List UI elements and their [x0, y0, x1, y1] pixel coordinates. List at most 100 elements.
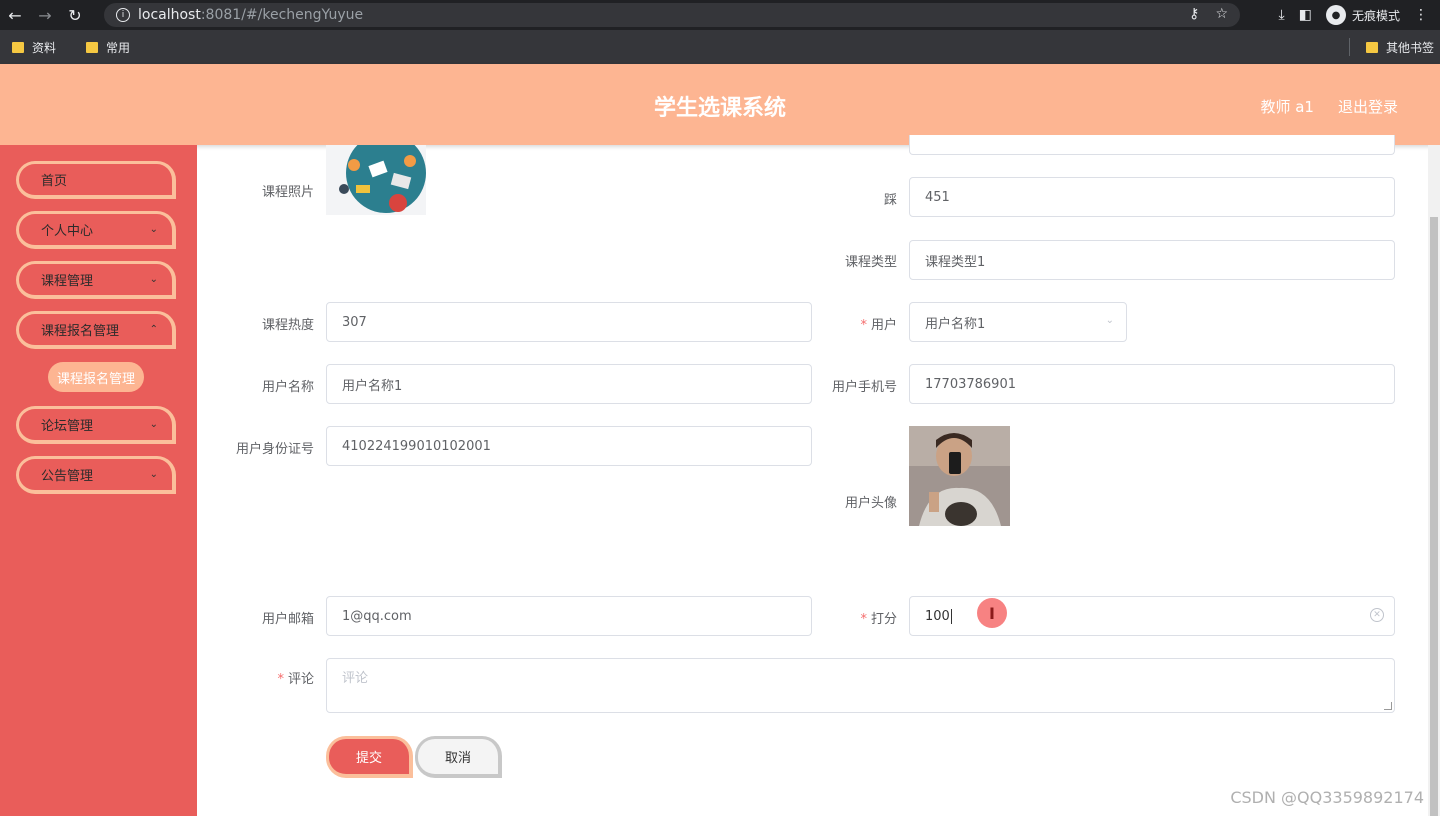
score-label: * 打分	[820, 608, 897, 627]
incognito-label: 无痕模式	[1351, 8, 1400, 23]
app-title: 学生选课系统	[653, 96, 786, 121]
sidebar-item-forum[interactable]: 论坛管理 ⌄	[16, 406, 176, 444]
resize-handle[interactable]	[1384, 702, 1392, 710]
logout-link[interactable]: 退出登录	[1338, 96, 1398, 117]
course-type-input[interactable]: 课程类型1	[909, 240, 1395, 280]
text-caret	[950, 608, 952, 624]
sidebar-subitem-enrollment[interactable]: 课程报名管理	[48, 362, 144, 392]
info-icon[interactable]: i	[116, 8, 130, 22]
course-type-value: 课程类型1	[925, 254, 986, 270]
email-input[interactable]: 1@qq.com	[326, 596, 812, 636]
cut-off-field[interactable]	[909, 135, 1395, 155]
required-mark: *	[860, 318, 867, 333]
user-select[interactable]: 用户名称1 ⌄	[909, 302, 1127, 342]
course-photo[interactable]	[326, 145, 426, 215]
comment-label: * 评论	[200, 668, 314, 687]
course-heat-input[interactable]: 307	[326, 302, 812, 342]
back-icon[interactable]: ←	[0, 0, 30, 30]
sidebar-item-label: 论坛管理	[41, 419, 94, 434]
submit-button[interactable]: 提交	[326, 736, 413, 778]
course-photo-label: 课程照片	[261, 185, 314, 200]
chevron-down-icon: ⌄	[149, 419, 158, 430]
user-select-label-text: 用户	[870, 318, 897, 333]
classroom-label: 踩	[883, 193, 897, 208]
user-select-value: 用户名称1	[925, 316, 986, 332]
course-heat-label: 课程热度	[261, 318, 314, 333]
bookmark-folder[interactable]: 资料	[12, 39, 56, 56]
app-header: 学生选课系统 教师 a1 退出登录	[0, 64, 1440, 145]
bookmark-folder[interactable]: 常用	[86, 39, 130, 56]
sidebar-item-label: 个人中心	[41, 224, 94, 239]
email-value: 1@qq.com	[342, 608, 412, 624]
watermark: CSDN @QQ3359892174	[1230, 788, 1424, 807]
username-input[interactable]: 用户名称1	[326, 364, 812, 404]
sidebar: 首页 个人中心 ⌄ 课程管理 ⌄ 课程报名管理 ⌃ 课程报名管理 论坛管理 ⌄ …	[0, 145, 197, 816]
classroom-input[interactable]: 451	[909, 177, 1395, 217]
bookmark-label: 资料	[32, 40, 57, 55]
avatar-label: 用户头像	[844, 496, 897, 511]
comment-label-text: 评论	[287, 672, 314, 687]
course-type-label: 课程类型	[844, 255, 897, 270]
username-value: 用户名称1	[342, 378, 403, 394]
course-photo-image	[326, 145, 426, 215]
current-user: 教师 a1	[1260, 98, 1314, 116]
required-mark: *	[277, 672, 284, 687]
sidebar-item-home[interactable]: 首页	[16, 161, 176, 199]
folder-icon	[1365, 41, 1378, 53]
scrollbar[interactable]	[1428, 145, 1440, 816]
sidebar-item-profile[interactable]: 个人中心 ⌄	[16, 211, 176, 249]
phone-input[interactable]: 17703786901	[909, 364, 1395, 404]
chevron-down-icon: ⌄	[149, 274, 158, 285]
idcard-input[interactable]: 410224199010102001	[326, 426, 812, 466]
text-cursor-icon: I	[977, 598, 1007, 628]
folder-icon	[86, 41, 99, 53]
email-label: 用户邮箱	[261, 612, 314, 627]
sidebar-item-enrollment[interactable]: 课程报名管理 ⌃	[16, 311, 176, 349]
cancel-button[interactable]: 取消	[415, 736, 502, 778]
bookmark-label: 其他书签	[1385, 40, 1434, 55]
divider	[1349, 38, 1350, 56]
chevron-down-icon: ⌄	[149, 469, 158, 480]
forward-icon[interactable]: →	[30, 0, 60, 30]
address-bar[interactable]: i localhost:8081/#/kechengYuyue ⚷ ☆	[104, 3, 1240, 27]
incognito-indicator[interactable]: ● 无痕模式	[1325, 5, 1400, 25]
user-select-label: * 用户	[820, 314, 897, 333]
scrollbar-thumb[interactable]	[1430, 217, 1438, 816]
sidebar-item-label: 首页	[41, 174, 68, 189]
bookmark-label: 常用	[106, 40, 131, 55]
comment-placeholder: 评论	[342, 671, 369, 686]
chevron-down-icon: ⌄	[1105, 315, 1114, 326]
comment-textarea[interactable]: 评论	[326, 658, 1395, 713]
url-path: :8081/#/kechengYuyue	[200, 7, 364, 23]
classroom-value: 451	[925, 189, 950, 205]
phone-value: 17703786901	[925, 376, 1016, 392]
chevron-down-icon: ⌄	[149, 224, 158, 235]
user-avatar-image	[909, 426, 1010, 526]
sidebar-item-label: 课程报名管理	[41, 324, 120, 339]
download-icon[interactable]: ⤓	[1279, 7, 1285, 23]
folder-icon	[12, 41, 24, 53]
url-host: localhost	[138, 7, 201, 23]
sidebar-item-notice[interactable]: 公告管理 ⌄	[16, 456, 176, 494]
incognito-icon: ●	[1325, 5, 1346, 25]
username-label: 用户名称	[261, 380, 314, 395]
key-icon[interactable]: ⚷	[1189, 6, 1199, 22]
reload-icon[interactable]: ↻	[60, 0, 90, 30]
user-avatar[interactable]	[909, 426, 1010, 526]
score-value: 100	[925, 608, 950, 624]
sidebar-item-label: 课程管理	[41, 274, 94, 289]
chevron-up-icon: ⌃	[149, 324, 158, 335]
idcard-label: 用户身份证号	[235, 442, 314, 457]
sidebar-item-courses[interactable]: 课程管理 ⌄	[16, 261, 176, 299]
required-mark: *	[860, 612, 867, 627]
clear-icon[interactable]: ✕	[1370, 608, 1384, 622]
idcard-value: 410224199010102001	[342, 438, 491, 454]
star-icon[interactable]: ☆	[1215, 6, 1228, 22]
sidepanel-icon[interactable]: ◧	[1299, 7, 1312, 23]
other-bookmarks[interactable]: 其他书签	[1365, 39, 1434, 56]
browser-actions: ⤓ ◧ ● 无痕模式 ⋮	[1279, 0, 1440, 30]
menu-icon[interactable]: ⋮	[1414, 7, 1428, 23]
bookmarks-bar: 资料 常用 其他书签	[0, 30, 1440, 64]
phone-label: 用户手机号	[831, 380, 897, 395]
sidebar-item-label: 公告管理	[41, 469, 94, 484]
